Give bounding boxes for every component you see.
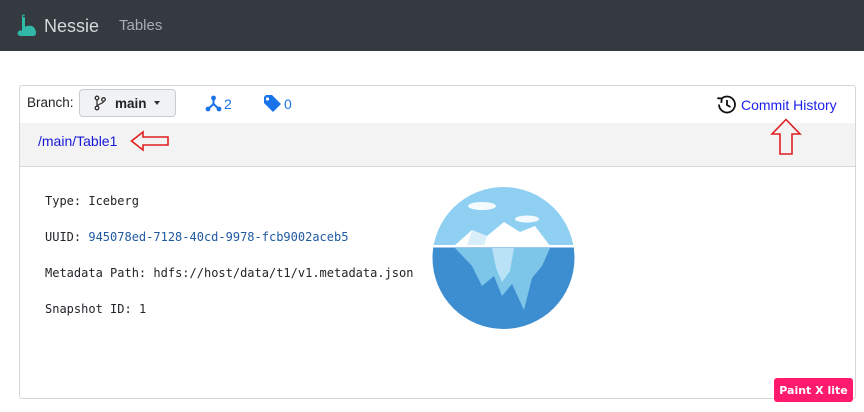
- detail-snapshot-id: Snapshot ID: 1: [45, 302, 413, 338]
- commit-history-label: Commit History: [741, 96, 837, 113]
- tags-link[interactable]: 0: [263, 95, 292, 113]
- iceberg-icon: [432, 187, 575, 329]
- snapshot-id-value: 1: [138, 302, 147, 316]
- commit-history-link[interactable]: Commit History: [715, 94, 837, 115]
- branch-label: Branch:: [27, 95, 74, 110]
- type-label: Type:: [45, 194, 82, 208]
- git-branch-icon: [94, 95, 106, 111]
- detail-uuid: UUID: 945078ed-7128-40cd-9978-fcb9002ace…: [45, 230, 413, 266]
- detail-metadata-path: Metadata Path: hdfs://host/data/t1/v1.me…: [45, 266, 413, 302]
- annotation-arrow-up-icon: [770, 118, 802, 155]
- uuid-value: 945078ed-7128-40cd-9978-fcb9002aceb5: [88, 230, 349, 244]
- nessie-dinosaur-icon: [17, 14, 37, 36]
- branch-dropdown-button[interactable]: main: [79, 89, 176, 117]
- detail-type: Type: Iceberg: [45, 194, 413, 230]
- metadata-path-label: Metadata Path:: [45, 266, 147, 280]
- git-fork-icon: [205, 95, 222, 112]
- history-clock-icon: [717, 95, 736, 114]
- snapshot-id-label: Snapshot ID:: [45, 302, 132, 316]
- tags-count: 0: [284, 96, 292, 112]
- annotation-arrow-left-icon: [130, 130, 169, 152]
- branches-link[interactable]: 2: [205, 95, 232, 112]
- brand-name: Nessie: [44, 15, 100, 36]
- branches-count: 2: [224, 95, 232, 112]
- top-navbar: Nessie Tables: [0, 0, 864, 51]
- branch-selected-value: main: [115, 95, 147, 111]
- watermark-badge: Paint X lite: [774, 378, 853, 402]
- nav-link-tables[interactable]: Tables: [119, 17, 162, 34]
- type-value: Iceberg: [88, 194, 139, 208]
- table-details: Type: Iceberg UUID: 945078ed-7128-40cd-9…: [45, 194, 413, 338]
- metadata-path-value: hdfs://host/data/t1/v1.metadata.json: [153, 266, 414, 280]
- breadcrumb[interactable]: /main/Table1: [38, 133, 117, 149]
- brand[interactable]: Nessie: [16, 12, 99, 40]
- uuid-label: UUID:: [45, 230, 82, 244]
- chevron-down-icon: [153, 101, 160, 105]
- tag-icon: [264, 95, 281, 112]
